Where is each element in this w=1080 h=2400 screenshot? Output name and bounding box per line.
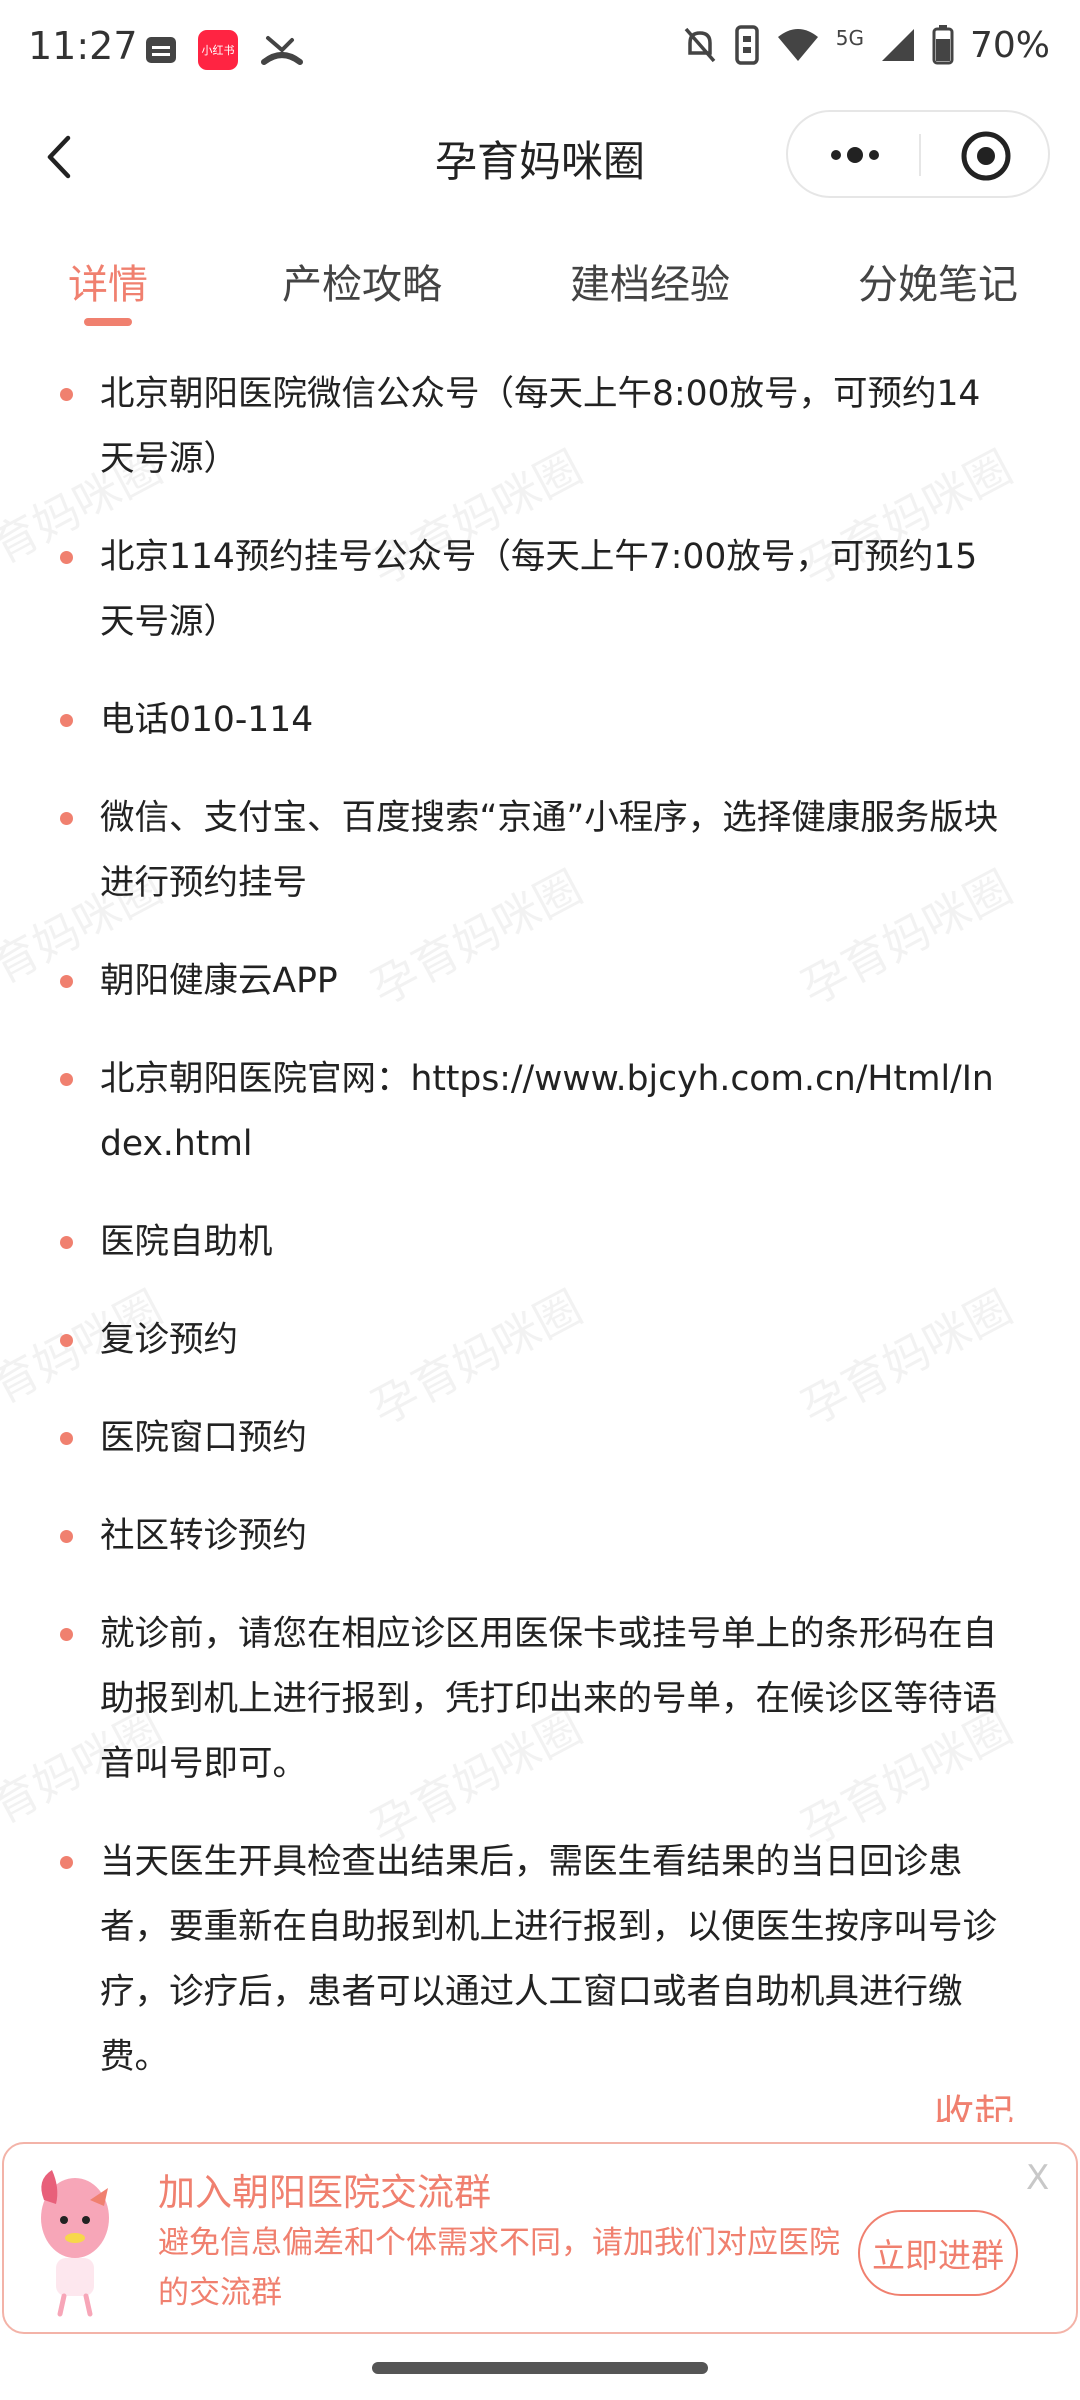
xiaohongshu-app-icon: 小红书 <box>198 30 238 70</box>
list-item-text: 当天医生开具检查出结果后，需医生看结果的当日回诊患者，要重新在自助报到机上进行报… <box>100 1842 997 2077</box>
list-item-text: 医院自助机 <box>100 1222 273 1262</box>
list-item-text: 微信、支付宝、百度搜索“京通”小程序，选择健康服务版块进行预约挂号 <box>100 798 999 903</box>
home-gesture-bar[interactable] <box>372 2362 708 2374</box>
wifi-icon <box>777 29 818 61</box>
bullet-dot <box>60 714 73 727</box>
list-item-text: 医院窗口预约 <box>100 1418 307 1458</box>
tab-bar: 详情 产检攻略 建档经验 分娩笔记 <box>0 252 1080 332</box>
bullet-dot <box>60 388 73 401</box>
list-item: 就诊前，请您在相应诊区用医保卡或挂号单上的条形码在自助报到机上进行报到，凭打印出… <box>0 1602 1080 1797</box>
list-item-text: 就诊前，请您在相应诊区用医保卡或挂号单上的条形码在自助报到机上进行报到，凭打印出… <box>100 1614 997 1784</box>
close-miniprogram-target-icon[interactable] <box>960 130 1012 182</box>
capsule-divider <box>919 134 921 176</box>
list-item: 朝阳健康云APP <box>0 949 1080 1014</box>
list-item-text: 朝阳健康云APP <box>100 961 338 1001</box>
list-item-text: 北京朝阳医院微信公众号（每天上午8:00放号，可预约14天号源） <box>100 374 981 479</box>
bullet-dot <box>60 1073 73 1086</box>
banner-description: 避免信息偏差和个体需求不同，请加我们对应医院的交流群 <box>158 2225 840 2311</box>
list-item: 社区转诊预约 <box>0 1504 1080 1569</box>
status-left-icons: 小红书 <box>146 30 304 70</box>
list-item: 医院自助机 <box>0 1210 1080 1275</box>
list-item: 北京朝阳医院微信公众号（每天上午8:00放号，可预约14天号源） <box>0 362 1080 492</box>
tab-details[interactable]: 详情 <box>68 252 148 310</box>
list-item-text: 北京朝阳医院官网：https://www.bjcyh.com.cn/Html/I… <box>100 1059 994 1164</box>
bullet-dot <box>60 1530 73 1543</box>
list-item: 北京114预约挂号公众号（每天上午7:00放号，可预约15天号源） <box>0 525 1080 655</box>
list-item-text: 电话010-114 <box>100 700 314 740</box>
tab-prenatal-guide[interactable]: 产检攻略 <box>282 252 442 310</box>
list-item-text: 社区转诊预约 <box>100 1516 307 1556</box>
bullet-dot <box>60 1432 73 1445</box>
bullet-dot <box>60 975 73 988</box>
list-item: 医院窗口预约 <box>0 1406 1080 1471</box>
content-area[interactable]: 孕育妈咪圈 孕育妈咪圈 孕育妈咪圈 孕育妈咪圈 孕育妈咪圈 孕育妈咪圈 孕育妈咪… <box>0 362 1080 2122</box>
list-item: 微信、支付宝、百度搜索“京通”小程序，选择健康服务版块进行预约挂号 <box>0 786 1080 916</box>
active-tab-indicator <box>84 318 132 326</box>
status-right-icons: 5G 70% <box>682 24 1050 66</box>
mute-icon <box>684 27 716 63</box>
join-group-button[interactable]: 立即进群 <box>858 2210 1018 2296</box>
list-item: 电话010-114 <box>0 688 1080 753</box>
more-dots-icon[interactable] <box>824 134 886 176</box>
cell-signal-icon <box>881 29 914 61</box>
join-group-banner[interactable]: 加入朝阳医院交流群 避免信息偏差和个体需求不同，请加我们对应医院的交流群 立即进… <box>2 2142 1078 2334</box>
tab-delivery-notes[interactable]: 分娩笔记 <box>858 252 1018 310</box>
nav-bar: 孕育妈咪圈 <box>0 100 1080 212</box>
info-list: 北京朝阳医院微信公众号（每天上午8:00放号，可预约14天号源） 北京114预约… <box>0 362 1080 2090</box>
list-item: 北京朝阳医院官网：https://www.bjcyh.com.cn/Html/I… <box>0 1047 1080 1177</box>
list-item: 当天医生开具检查出结果后，需医生看结果的当日回诊患者，要重新在自助报到机上进行报… <box>0 1830 1080 2090</box>
status-time: 11:27 <box>28 24 138 68</box>
bullet-dot <box>60 812 73 825</box>
tab-registration-experience[interactable]: 建档经验 <box>570 252 730 310</box>
bullet-dot <box>60 1334 73 1347</box>
list-item-text: 复诊预约 <box>100 1320 238 1360</box>
collapse-button[interactable]: 收起 <box>934 2082 1014 2122</box>
bullet-dot <box>60 1856 73 1869</box>
list-item-text: 北京114预约挂号公众号（每天上午7:00放号，可预约15天号源） <box>100 537 978 642</box>
bullet-dot <box>60 1628 73 1641</box>
status-bar: 11:27 小红书 5G 70% <box>0 0 1080 100</box>
mascot-illustration <box>41 2170 109 2317</box>
message-notification-icon <box>146 37 176 63</box>
bullet-dot <box>60 1236 73 1249</box>
battery-percent: 70% <box>969 24 1050 66</box>
missed-call-icon <box>261 36 303 65</box>
close-icon[interactable]: X <box>1026 2158 1049 2198</box>
network-type: 5G <box>835 26 864 50</box>
list-item: 复诊预约 <box>0 1308 1080 1373</box>
mini-program-capsule <box>786 110 1050 198</box>
bullet-dot <box>60 551 73 564</box>
battery-icon <box>932 25 954 65</box>
vibrate-icon <box>735 25 759 65</box>
banner-title: 加入朝阳医院交流群 <box>158 2171 491 2214</box>
